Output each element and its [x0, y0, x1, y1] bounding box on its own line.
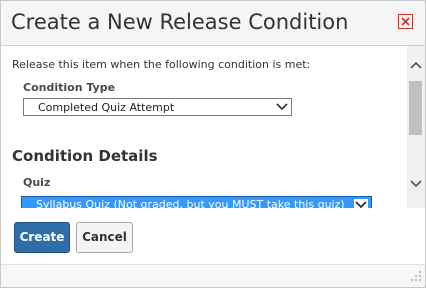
chevron-down-icon	[354, 199, 368, 208]
cancel-button[interactable]: Cancel	[76, 222, 133, 253]
create-button[interactable]: Create	[14, 222, 70, 253]
dialog-body: Release this item when the following con…	[1, 46, 407, 208]
intro-text: Release this item when the following con…	[12, 58, 311, 71]
quiz-label: Quiz	[23, 176, 51, 189]
resize-grip-icon[interactable]	[409, 269, 423, 283]
condition-type-value: Completed Quiz Attempt	[38, 101, 175, 114]
quiz-select[interactable]: Syllabus Quiz (Not graded, but you MUST …	[21, 196, 372, 208]
chevron-down-icon	[276, 103, 288, 111]
dialog-title: Create a New Release Condition	[11, 10, 349, 34]
close-x-icon	[401, 17, 410, 26]
release-condition-dialog: Create a New Release Condition Release t…	[0, 0, 426, 288]
scrollbar-thumb[interactable]	[409, 81, 422, 135]
condition-details-heading: Condition Details	[12, 147, 158, 165]
condition-type-label: Condition Type	[23, 81, 116, 94]
close-button[interactable]	[398, 14, 413, 29]
vertical-scrollbar[interactable]	[407, 46, 425, 208]
dialog-footer: Create Cancel	[1, 208, 425, 287]
scroll-up-arrow-icon[interactable]	[410, 60, 422, 70]
scroll-down-arrow-icon[interactable]	[410, 179, 422, 189]
dialog-titlebar: Create a New Release Condition	[1, 1, 425, 46]
quiz-value: Syllabus Quiz (Not graded, but you MUST …	[36, 198, 345, 208]
footer-status-strip	[1, 265, 425, 287]
condition-type-select[interactable]: Completed Quiz Attempt	[23, 98, 292, 116]
